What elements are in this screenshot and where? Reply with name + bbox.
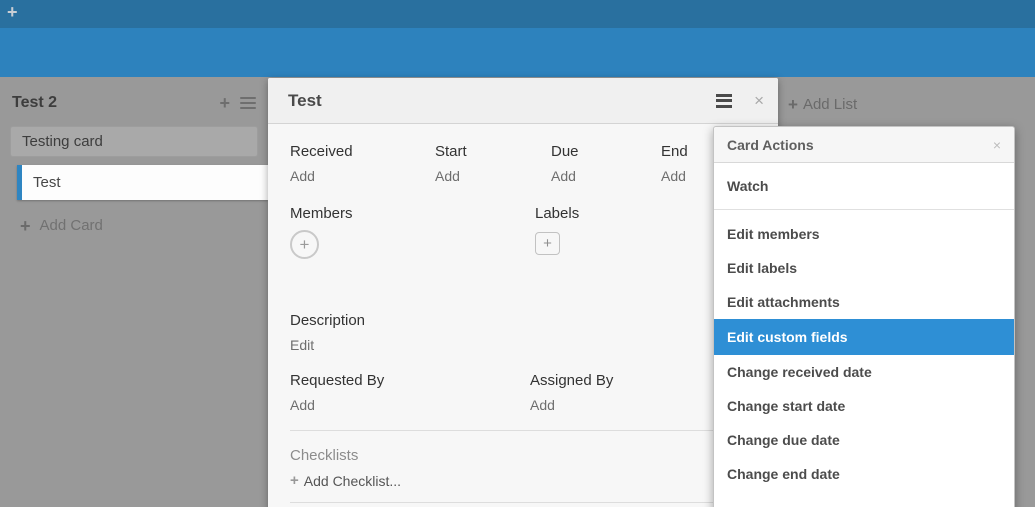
members-field: Members + <box>290 205 535 259</box>
menu-item-change-received-date[interactable]: Change received date <box>714 355 1014 389</box>
list-menu-icon[interactable] <box>240 94 256 112</box>
add-card-button[interactable]: + Add Card <box>20 217 268 234</box>
add-list-label: Add List <box>803 96 857 113</box>
menu-item-change-due-date[interactable]: Change due date <box>714 423 1014 457</box>
menu-item-edit-members[interactable]: Edit members <box>714 217 1014 251</box>
card-title: Testing card <box>22 133 103 150</box>
due-date-field: Due Add <box>551 143 661 184</box>
requested-by-add-link[interactable]: Add <box>290 397 530 413</box>
description-edit-link[interactable]: Edit <box>290 337 758 353</box>
add-board-icon[interactable]: + <box>7 2 18 23</box>
card-actions-menu-list: Edit members Edit labels Edit attachment… <box>714 210 1014 498</box>
card-test-selected[interactable]: Test <box>17 165 268 200</box>
board-list: Test 2 + Testing card Test + Add Card <box>0 77 268 234</box>
plus-icon: + <box>543 235 552 252</box>
card-detail-modal: Test × Received Add Start Add Due Add <box>268 78 778 507</box>
members-labels-row: Members + Labels + <box>290 205 758 259</box>
start-date-field: Start Add <box>435 143 551 184</box>
card-modal-header: Test × <box>268 78 778 124</box>
menu-item-edit-attachments[interactable]: Edit attachments <box>714 285 1014 319</box>
due-add-link[interactable]: Add <box>551 168 661 184</box>
card-testing-card[interactable]: Testing card <box>10 126 258 157</box>
start-label: Start <box>435 143 551 160</box>
menu-item-change-end-date[interactable]: Change end date <box>714 457 1014 491</box>
add-list-button[interactable]: + Add List <box>788 96 857 113</box>
top-navbar: + <box>0 0 1035 28</box>
card-title: Test <box>33 174 61 191</box>
add-member-button[interactable]: + <box>290 230 319 259</box>
card-actions-menu-title: Card Actions <box>727 137 993 153</box>
plus-icon: + <box>290 474 299 488</box>
plus-icon: + <box>788 98 798 112</box>
board-header-bar <box>0 28 1035 77</box>
plus-icon: + <box>300 235 310 255</box>
received-date-field: Received Add <box>290 143 435 184</box>
description-field: Description Edit <box>290 312 758 353</box>
section-divider <box>290 430 758 431</box>
section-divider <box>290 502 758 503</box>
due-label: Due <box>551 143 661 160</box>
card-actions-menu: Card Actions × Watch Edit members Edit l… <box>713 126 1015 507</box>
requested-assigned-row: Requested By Add Assigned By Add <box>290 372 758 413</box>
card-modal-title: Test <box>288 91 716 111</box>
add-checklist-label: Add Checklist... <box>304 473 401 489</box>
card-modal-body: Received Add Start Add Due Add End Add <box>268 124 778 503</box>
menu-item-watch[interactable]: Watch <box>714 163 1014 210</box>
list-title: Test 2 <box>12 94 209 112</box>
list-header: Test 2 + <box>0 77 268 115</box>
requested-by-field: Requested By Add <box>290 372 530 413</box>
add-checklist-button[interactable]: + Add Checklist... <box>290 473 758 489</box>
plus-icon: + <box>20 219 31 233</box>
menu-item-edit-custom-fields[interactable]: Edit custom fields <box>714 319 1014 355</box>
menu-item-edit-labels[interactable]: Edit labels <box>714 251 1014 285</box>
add-card-label: Add Card <box>40 217 103 234</box>
add-label-button[interactable]: + <box>535 232 560 255</box>
received-add-link[interactable]: Add <box>290 168 435 184</box>
requested-by-label: Requested By <box>290 372 530 389</box>
description-label: Description <box>290 312 758 329</box>
members-label: Members <box>290 205 535 222</box>
app-window: + Test 2 + Testing card Test + Add Card … <box>0 0 1035 507</box>
menu-item-change-start-date[interactable]: Change start date <box>714 389 1014 423</box>
card-dates-row: Received Add Start Add Due Add End Add <box>290 143 758 184</box>
card-actions-menu-header: Card Actions × <box>714 127 1014 163</box>
close-icon[interactable]: × <box>993 138 1001 152</box>
received-label: Received <box>290 143 435 160</box>
card-actions-menu-icon[interactable] <box>716 91 732 110</box>
close-icon[interactable]: × <box>754 92 764 109</box>
add-card-icon[interactable]: + <box>219 96 230 110</box>
start-add-link[interactable]: Add <box>435 168 551 184</box>
checklists-heading: Checklists <box>290 447 758 464</box>
